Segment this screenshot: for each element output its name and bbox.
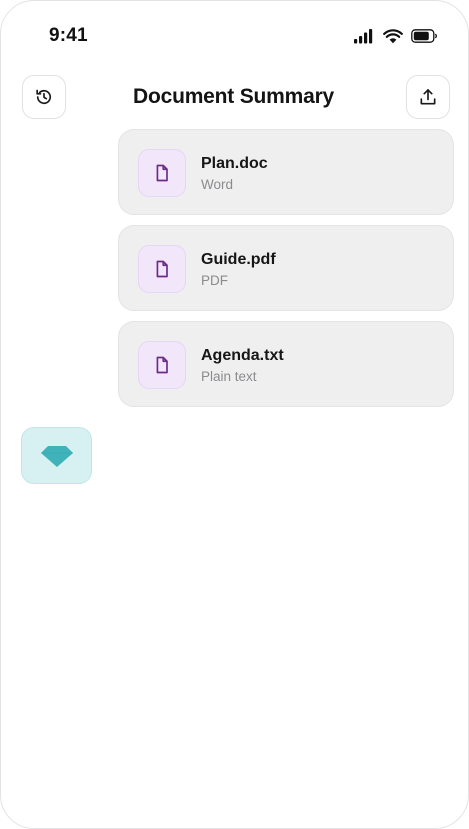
file-name: Guide.pdf xyxy=(201,251,276,268)
status-time: 9:41 xyxy=(49,25,88,46)
file-card-agenda-txt[interactable]: Agenda.txt Plain text xyxy=(118,321,454,407)
history-button[interactable] xyxy=(22,75,66,119)
gem-icon xyxy=(40,445,73,467)
upload-button[interactable] xyxy=(406,75,450,119)
page-title: Document Summary xyxy=(133,85,335,108)
file-type: Plain text xyxy=(201,369,257,384)
upload-icon xyxy=(420,89,436,105)
file-type: Word xyxy=(201,177,234,192)
phone-screen: 9:41 Document Summary Plan.doc Word Guid… xyxy=(0,0,469,829)
document-icon xyxy=(156,356,168,374)
file-name: Agenda.txt xyxy=(201,347,284,364)
battery-icon xyxy=(411,29,437,43)
file-thumbnail xyxy=(138,149,186,197)
signal-icon xyxy=(354,29,373,44)
wifi-icon xyxy=(383,28,403,43)
file-name: Plan.doc xyxy=(201,155,268,172)
file-card-plan-doc[interactable]: Plan.doc Word xyxy=(118,129,454,215)
file-card-guide-pdf[interactable]: Guide.pdf PDF xyxy=(118,225,454,311)
file-thumbnail xyxy=(138,245,186,293)
file-list: Plan.doc Word Guide.pdf PDF Agenda.txt P xyxy=(118,129,454,417)
history-icon xyxy=(36,89,52,105)
document-icon xyxy=(156,164,168,182)
document-icon xyxy=(156,260,168,278)
assistant-avatar[interactable] xyxy=(21,427,92,484)
file-thumbnail xyxy=(138,341,186,389)
status-icons xyxy=(353,28,438,44)
file-type: PDF xyxy=(201,273,228,288)
